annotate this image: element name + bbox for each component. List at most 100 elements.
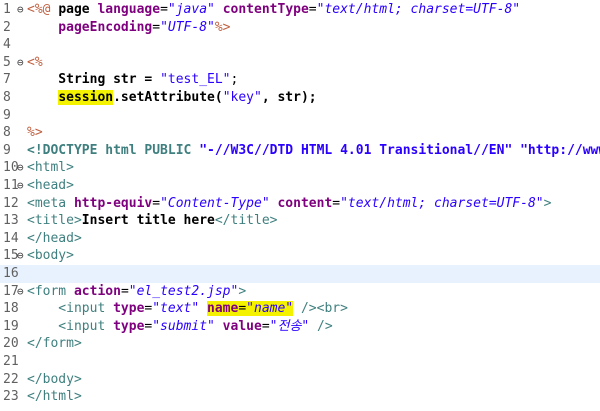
code-token: .setAttribute( (113, 90, 223, 105)
code-text[interactable]: pageEncoding="UTF-8"%> (27, 19, 230, 37)
code-text[interactable]: <input type="submit" value="전송" /> (27, 318, 332, 336)
code-line[interactable]: 11 ⊖ <head> (0, 177, 600, 195)
line-gutter: 13 (0, 212, 26, 230)
code-text[interactable]: <meta http-equiv="Content-Type" content=… (27, 195, 551, 213)
code-text[interactable]: <head> (27, 177, 74, 195)
fold-toggle-icon[interactable]: ⊖ (17, 54, 24, 72)
line-gutter: 8 (0, 89, 26, 107)
fold-toggle-icon[interactable]: ⊖ (17, 247, 24, 265)
code-text[interactable]: <body> (27, 247, 74, 265)
code-line[interactable]: 8 %> (0, 124, 600, 142)
code-token: "submit" (152, 318, 215, 334)
line-gutter: 10 ⊖ (0, 159, 26, 177)
code-token: , str); (261, 90, 317, 105)
line-gutter: 18 (0, 300, 26, 318)
line-number: 21 (3, 354, 19, 369)
code-text[interactable]: %> (27, 124, 43, 142)
line-gutter: 8 (0, 124, 26, 142)
code-line[interactable]: 10 ⊖ <html> (0, 159, 600, 177)
code-line[interactable]: 14 </head> (0, 230, 600, 248)
code-text[interactable]: <html> (27, 159, 74, 177)
code-token: </title> (214, 213, 278, 229)
code-text[interactable]: <% (27, 54, 43, 72)
code-token: = (160, 2, 168, 17)
code-text[interactable]: </body> (27, 371, 82, 389)
code-token: "Content-Type" (160, 195, 270, 211)
code-line[interactable]: 9 (0, 107, 600, 125)
line-number: 8 (3, 90, 11, 105)
code-token: <html> (27, 160, 74, 176)
code-text[interactable]: <title>Insert title here</title> (27, 212, 277, 230)
code-line[interactable]: 16 (0, 265, 600, 283)
code-line[interactable]: 18 <input type="text" name="name" /><br> (0, 300, 600, 318)
code-token: "test_EL" (160, 72, 231, 88)
code-line[interactable]: 23 </html> (0, 388, 600, 406)
code-token: <input (27, 318, 114, 334)
code-line[interactable]: 19 <input type="submit" value="전송" /> (0, 318, 600, 336)
code-line[interactable]: 2 pageEncoding="UTF-8"%> (0, 19, 600, 37)
fold-toggle-icon[interactable]: ⊖ (17, 159, 24, 177)
code-token: "text/html; charset=UTF-8" (316, 2, 521, 17)
code-line[interactable]: 20 </form> (0, 335, 600, 353)
code-text[interactable]: </html> (27, 388, 82, 406)
code-text[interactable]: session.setAttribute("key", str); (27, 89, 317, 107)
code-text[interactable]: <!DOCTYPE html PUBLIC "-//W3C//DTD HTML … (27, 142, 600, 160)
code-token: = (152, 19, 161, 35)
line-number: 4 (3, 37, 11, 53)
line-gutter: 17 ⊖ (0, 283, 26, 301)
line-number: 23 (3, 389, 19, 405)
code-line[interactable]: 15 ⊖ <body> (0, 247, 600, 265)
line-number: 19 (3, 318, 19, 334)
fold-toggle-icon[interactable]: ⊖ (17, 1, 24, 19)
code-text[interactable]: <input type="text" name="name" /><br> (27, 300, 348, 318)
line-number: 8 (3, 125, 11, 141)
code-text[interactable]: <%@ page language="java" contentType="te… (27, 1, 520, 19)
line-gutter: 1 ⊖ (0, 1, 26, 19)
code-text[interactable]: </head> (27, 230, 82, 248)
line-number: 22 (3, 371, 19, 387)
code-line[interactable]: 21 (0, 353, 600, 371)
code-token: "key" (222, 90, 262, 105)
fold-toggle-icon[interactable]: ⊖ (17, 283, 24, 301)
code-editor[interactable]: 1 ⊖ <%@ page language="java" contentType="… (0, 0, 600, 411)
code-text[interactable]: <form action="el_test2.jsp"> (27, 283, 246, 301)
line-number: 13 (3, 213, 19, 229)
line-gutter: 19 (0, 318, 26, 336)
code-token: value (214, 318, 262, 334)
line-gutter: 21 (0, 353, 26, 371)
code-line[interactable]: 5 ⊖ <% (0, 54, 600, 72)
code-line[interactable]: 22 </body> (0, 371, 600, 389)
line-gutter: 5 ⊖ (0, 54, 26, 72)
code-line[interactable]: 8 session.setAttribute("key", str); (0, 89, 600, 107)
code-line[interactable]: 1 ⊖ <%@ page language="java" contentType="… (0, 1, 600, 19)
code-token: </head> (27, 230, 82, 246)
code-line[interactable]: 9 <!DOCTYPE html PUBLIC "-//W3C//DTD HTML… (0, 142, 600, 160)
line-gutter: 4 (0, 36, 26, 54)
line-number: 7 (3, 72, 11, 88)
line-number: 1 (3, 2, 11, 17)
code-text[interactable]: </form> (27, 335, 82, 353)
code-token: <!DOCTYPE html (27, 142, 145, 158)
code-line[interactable]: 13 <title>Insert title here</title> (0, 212, 600, 230)
line-number: 12 (3, 195, 19, 211)
code-line[interactable]: 12 <meta http-equiv="Content-Type" conten… (0, 195, 600, 213)
code-text[interactable]: String str = "test_EL"; (27, 71, 238, 89)
line-number: 5 (3, 54, 11, 70)
code-token: <input (27, 301, 114, 317)
line-number: 18 (3, 301, 19, 317)
code-token: Insert title here (81, 213, 215, 229)
fold-toggle-icon[interactable]: ⊖ (17, 177, 24, 195)
code-token: /> (293, 301, 317, 317)
line-number: 14 (3, 230, 19, 246)
code-token: type (113, 301, 145, 317)
code-token: language (97, 2, 161, 17)
code-token: = (308, 2, 317, 17)
code-token: </html> (27, 389, 82, 405)
code-token: pageEncoding (27, 19, 153, 35)
code-line[interactable]: 4 (0, 36, 600, 54)
code-line[interactable]: 7 String str = "test_EL"; (0, 71, 600, 89)
code-line[interactable]: 17 ⊖ <form action="el_test2.jsp"> (0, 283, 600, 301)
code-token: http-equiv (73, 195, 153, 211)
code-token: <meta (27, 195, 74, 211)
line-number: 20 (3, 336, 19, 352)
